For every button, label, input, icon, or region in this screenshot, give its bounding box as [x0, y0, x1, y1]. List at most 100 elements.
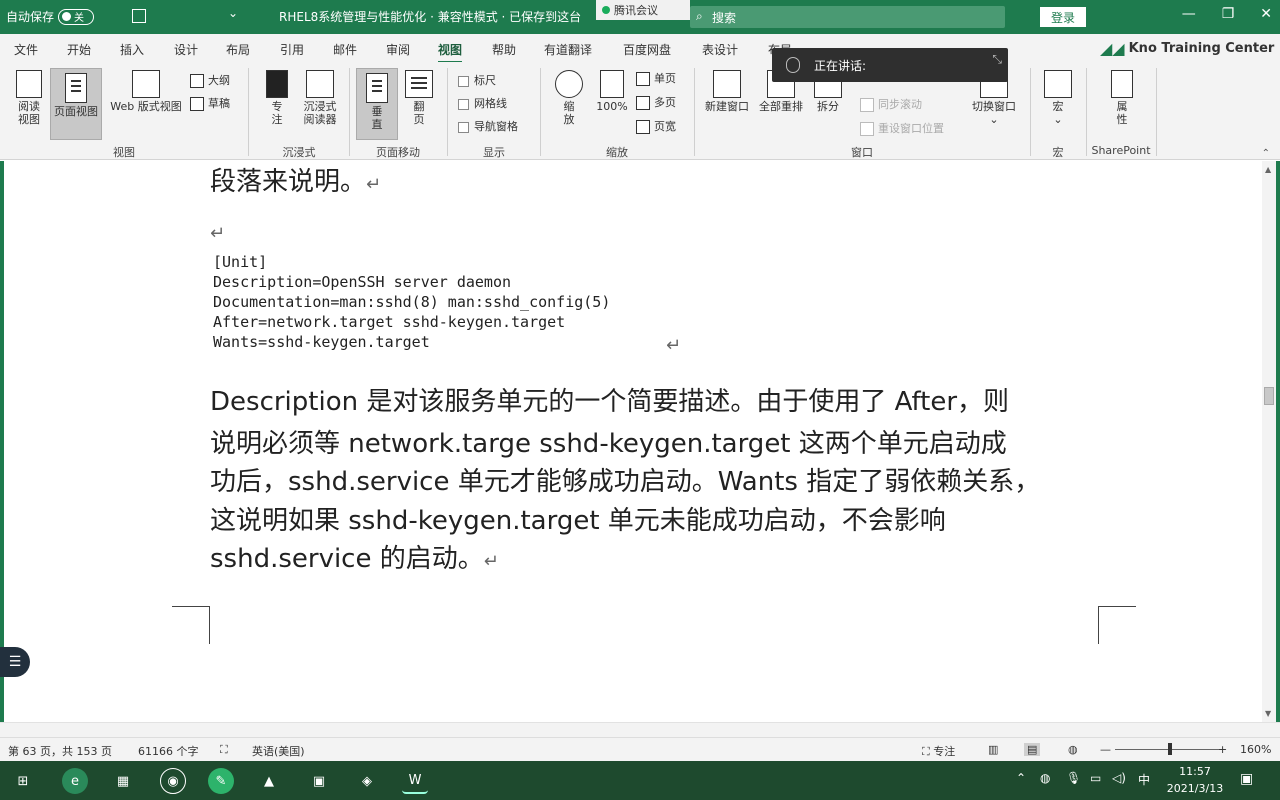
read-mode-button[interactable]: 阅读视图: [10, 70, 48, 126]
tab-layout[interactable]: 布局: [226, 41, 250, 58]
tab-review[interactable]: 审阅: [386, 41, 410, 58]
horizontal-scrollbar[interactable]: [0, 722, 1280, 737]
tab-youdao[interactable]: 有道翻译: [544, 41, 592, 58]
autosave-switch[interactable]: 关: [58, 8, 95, 25]
multi-page-icon: [636, 96, 650, 110]
new-window-button[interactable]: 新建窗口: [700, 70, 754, 113]
floating-menu-icon[interactable]: ☰: [0, 647, 30, 677]
quick-access-more-button[interactable]: ⌄: [228, 6, 238, 20]
tab-view[interactable]: 视图: [438, 41, 463, 63]
zoom-label: 缩放: [563, 100, 575, 126]
zoom-level[interactable]: 160%: [1240, 743, 1271, 756]
paragraph-mark-icon: ↵: [483, 551, 499, 572]
volume-icon[interactable]: ◁): [1112, 771, 1126, 785]
paragraph-line: 段落来说明。↵: [210, 161, 381, 198]
close-icon[interactable]: ✕: [1260, 6, 1272, 22]
paragraph-text: sshd.service 的启动。: [210, 544, 484, 574]
nav-pane-checkbox[interactable]: 导航窗格: [458, 118, 518, 134]
page-count[interactable]: 第 63 页，共 153 页: [8, 743, 112, 759]
one-page-button[interactable]: 单页: [636, 70, 676, 86]
tab-file[interactable]: 文件: [14, 41, 38, 58]
zoom-button[interactable]: 缩放: [550, 70, 588, 126]
login-button[interactable]: 登录: [1040, 7, 1086, 27]
zoom-out-button[interactable]: —: [1100, 743, 1111, 756]
scroll-down-icon[interactable]: ▼: [1265, 709, 1271, 718]
page-width-icon: [636, 120, 650, 134]
zoom-100-button[interactable]: 100%: [592, 70, 632, 113]
multi-page-button[interactable]: 多页: [636, 94, 676, 110]
autosave-label: 自动保存: [6, 10, 55, 24]
document-canvas[interactable]: 段落来说明。↵ ↵ [Unit] Description=OpenSSH ser…: [0, 161, 1280, 722]
sync-scroll-button[interactable]: 同步滚动: [860, 96, 922, 112]
document-title: RHEL8系统管理与性能优化 · 兼容性模式 · 已保存到这台: [279, 10, 582, 24]
notifications-icon[interactable]: ▣: [1240, 771, 1253, 787]
reset-position-icon: [860, 122, 874, 136]
read-mode-view-icon[interactable]: ▥: [988, 743, 998, 756]
brand-text: Kno Training Center: [1128, 40, 1275, 56]
print-layout-button[interactable]: 页面视图: [50, 68, 102, 140]
tab-references[interactable]: 引用: [280, 41, 304, 58]
word-count[interactable]: 61166 个字: [138, 743, 199, 759]
maximize-icon[interactable]: ❐: [1222, 6, 1235, 22]
search-box[interactable]: ⌕ 搜索: [690, 6, 1005, 28]
focus-button[interactable]: 专注: [258, 70, 296, 126]
vertical-scrollbar[interactable]: ▲ ▼: [1262, 161, 1276, 722]
collapse-ribbon-icon[interactable]: ⌃: [1262, 148, 1270, 159]
web-layout-button[interactable]: Web 版式视图: [104, 70, 188, 113]
system-clock[interactable]: 11:57 2021/3/13: [1160, 763, 1230, 797]
minimize-icon[interactable]: —: [1182, 6, 1196, 22]
title-bar: 自动保存 关 ⌄ RHEL8系统管理与性能优化 · 兼容性模式 · 已保存到这台…: [0, 0, 1280, 34]
vertical-scroll-button[interactable]: 垂直: [356, 68, 398, 140]
vpn-app-icon[interactable]: ◈: [354, 768, 380, 794]
ruler-checkbox[interactable]: 标尺: [458, 72, 496, 88]
microphone-tray-icon[interactable]: 🎙: [1066, 771, 1081, 785]
print-layout-view-icon[interactable]: ▤: [1024, 743, 1041, 756]
media-app-icon[interactable]: ◉: [160, 768, 186, 794]
tab-help[interactable]: 帮助: [492, 41, 516, 58]
gridlines-check-icon: [458, 98, 469, 110]
windows-start-icon[interactable]: ⊞: [10, 768, 36, 794]
proofing-icon[interactable]: ⛶: [220, 743, 228, 757]
tray-expand-icon[interactable]: ⌃: [1016, 771, 1026, 785]
capture-app-icon[interactable]: ▣: [306, 768, 332, 794]
focus-label: 专注: [271, 100, 283, 126]
gridlines-label: 网格线: [474, 97, 507, 110]
immersive-reader-button[interactable]: 沉浸式阅读器: [298, 70, 342, 126]
tab-design[interactable]: 设计: [174, 41, 198, 58]
zoom-slider-thumb[interactable]: [1168, 743, 1172, 755]
macros-button[interactable]: 宏 ⌄: [1040, 70, 1076, 126]
draft-button[interactable]: 草稿: [190, 95, 230, 111]
ime-indicator[interactable]: 中: [1138, 771, 1150, 788]
scroll-up-icon[interactable]: ▲: [1265, 165, 1271, 174]
reset-window-position-button[interactable]: 重设窗口位置: [860, 120, 944, 136]
tab-insert[interactable]: 插入: [120, 41, 144, 58]
edge-browser-icon[interactable]: e: [62, 768, 88, 794]
side-to-side-button[interactable]: 翻页: [400, 70, 438, 126]
language-indicator[interactable]: 英语(美国): [252, 743, 305, 759]
pen-app-icon[interactable]: ✎: [208, 768, 234, 794]
tencent-meeting-badge[interactable]: 腾讯会议: [596, 0, 690, 20]
ruler-label: 标尺: [474, 74, 496, 87]
tab-mailings[interactable]: 邮件: [333, 41, 357, 58]
gridlines-checkbox[interactable]: 网格线: [458, 95, 507, 111]
photos-icon[interactable]: ▲: [256, 768, 282, 794]
outline-button[interactable]: 大纲: [190, 72, 230, 88]
tab-table-design[interactable]: 表设计: [702, 41, 738, 58]
tab-home[interactable]: 开始: [67, 41, 91, 58]
network-icon[interactable]: ▭: [1090, 771, 1101, 785]
store-icon[interactable]: ▦: [110, 768, 136, 794]
focus-mode-button[interactable]: ⛶ 专注: [922, 743, 955, 759]
tray-app-icon[interactable]: ◍: [1040, 771, 1050, 785]
properties-button[interactable]: 属性: [1104, 70, 1140, 126]
resize-icon[interactable]: ⤡: [992, 52, 1002, 67]
word-app-icon[interactable]: W: [402, 768, 428, 794]
zoom-in-button[interactable]: +: [1218, 743, 1227, 756]
web-layout-view-icon[interactable]: ◍: [1068, 743, 1078, 756]
search-placeholder: 搜索: [712, 10, 737, 25]
scrollbar-thumb[interactable]: [1264, 387, 1274, 405]
save-icon[interactable]: [132, 9, 146, 23]
autosave-toggle[interactable]: 自动保存 关: [6, 8, 95, 25]
macros-icon: [1044, 70, 1072, 98]
page-width-button[interactable]: 页宽: [636, 118, 676, 134]
tab-baidu[interactable]: 百度网盘: [623, 41, 671, 58]
